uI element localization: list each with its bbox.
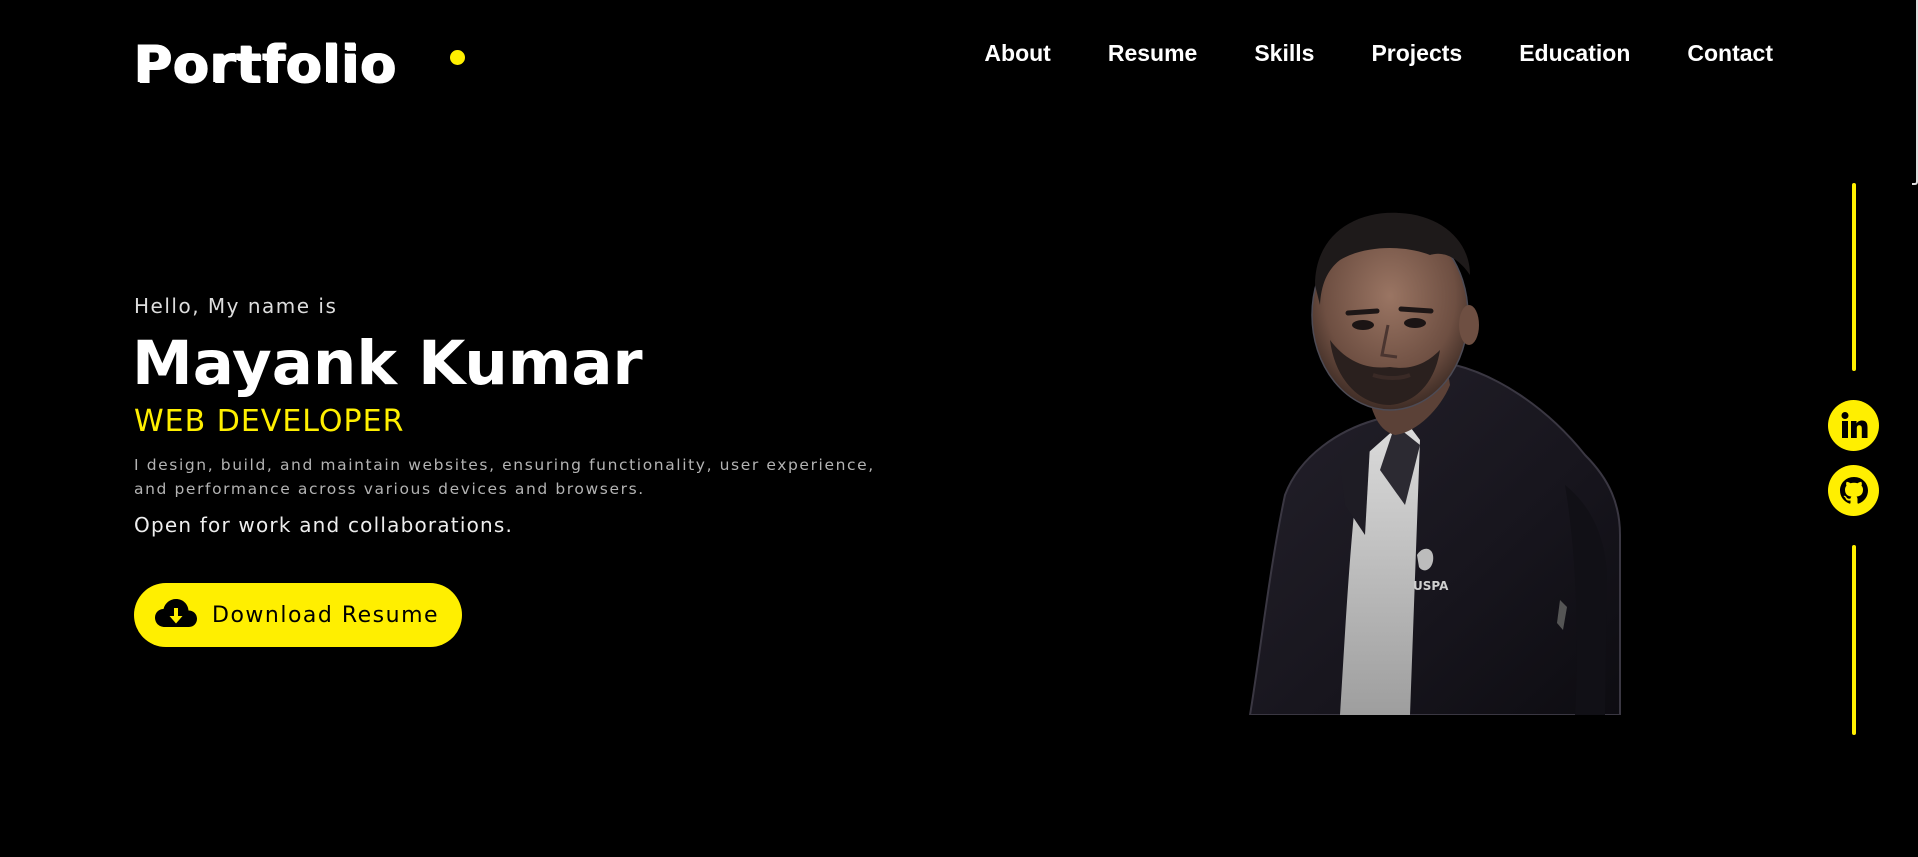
header: Portfolio About Resume Skills Projects E… xyxy=(0,0,1918,110)
profile-photo: USPA xyxy=(1248,212,1621,715)
hero-name: Mayank Kumar xyxy=(132,328,643,399)
download-resume-label: Download Resume xyxy=(212,602,440,628)
hero-description: I design, build, and maintain websites, … xyxy=(134,456,875,498)
linkedin-icon xyxy=(1841,411,1867,438)
social-divider-top xyxy=(1852,183,1856,371)
shirt-logo-text: USPA xyxy=(1413,579,1449,593)
nav-education[interactable]: Education xyxy=(1519,36,1630,70)
social-divider-bottom xyxy=(1852,545,1856,735)
availability-text: Open for work and collaborations. xyxy=(134,513,514,537)
nav-resume[interactable]: Resume xyxy=(1108,36,1197,70)
nav-about[interactable]: About xyxy=(984,36,1050,70)
portfolio-page: Portfolio About Resume Skills Projects E… xyxy=(0,0,1918,857)
logo-dot xyxy=(450,50,465,65)
download-resume-button[interactable]: Download Resume xyxy=(134,583,462,647)
github-icon xyxy=(1839,476,1868,504)
cloud-download-icon xyxy=(155,599,197,627)
greeting: Hello, My name is xyxy=(134,294,338,318)
logo[interactable]: Portfolio xyxy=(134,30,397,100)
scrollbar[interactable] xyxy=(1912,0,1918,185)
main-nav: About Resume Skills Projects Education C… xyxy=(927,36,1773,70)
nav-contact[interactable]: Contact xyxy=(1687,36,1773,70)
linkedin-link[interactable] xyxy=(1828,400,1879,451)
github-link[interactable] xyxy=(1828,465,1879,516)
nav-projects[interactable]: Projects xyxy=(1371,36,1462,70)
hero-role: WEB DEVELOPER xyxy=(134,404,405,439)
nav-skills[interactable]: Skills xyxy=(1254,36,1314,70)
